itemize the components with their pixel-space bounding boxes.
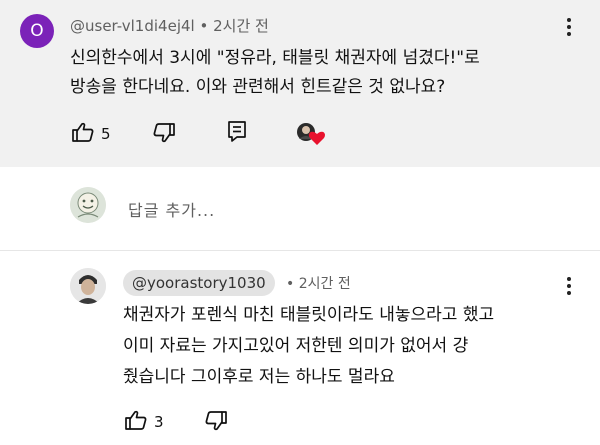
like-button[interactable]: 5 xyxy=(72,122,111,146)
commenter-avatar[interactable]: O xyxy=(20,14,54,48)
more-vert-icon[interactable] xyxy=(566,17,572,41)
divider xyxy=(0,250,600,251)
reply-actions: 3 xyxy=(125,410,164,434)
reply-icon xyxy=(227,121,247,147)
thumbs-up-icon xyxy=(72,122,94,146)
reply-text: 채권자가 포렌식 마친 태블릿이라도 내놓으라고 했고 이미 자료는 가지고있어… xyxy=(123,305,495,387)
comment-author[interactable]: @user-vl1di4ej4l xyxy=(70,17,195,35)
add-reply-input[interactable]: 답글 추가... xyxy=(128,197,215,221)
creator-heart xyxy=(296,121,326,147)
meta-separator: • xyxy=(199,17,209,35)
thumbs-down-icon xyxy=(205,411,227,435)
thumbs-up-icon xyxy=(125,410,147,434)
dislike-button[interactable] xyxy=(205,411,227,435)
reply-author-avatar[interactable] xyxy=(70,268,106,304)
thumbs-down-icon xyxy=(153,123,175,147)
meta-separator: • xyxy=(286,276,295,292)
reply-time: 2시간 전 xyxy=(298,276,351,292)
comment-text: 신의한수에서 3시에 "정유라, 태블릿 채권자에 넘겼다!"로 방송을 한다네… xyxy=(70,48,480,97)
comment-time: 2시간 전 xyxy=(213,17,269,35)
more-vert-icon[interactable] xyxy=(566,276,572,300)
like-count: 5 xyxy=(101,125,111,143)
comment-actions: 5 xyxy=(72,122,111,146)
heart-icon xyxy=(308,131,325,145)
like-button[interactable]: 3 xyxy=(125,410,164,434)
dislike-button[interactable] xyxy=(153,123,175,147)
reply-button[interactable] xyxy=(227,121,247,147)
comment-thread: O @user-vl1di4ej4l • 2시간 전 신의한수에서 3시에 "정… xyxy=(0,0,600,167)
reply-meta: • 2시간 전 xyxy=(286,273,351,293)
reply-author-chip[interactable]: @yoorastory1030 xyxy=(123,270,275,296)
current-user-avatar xyxy=(70,187,106,223)
comment-meta: @user-vl1di4ej4l • 2시간 전 xyxy=(70,15,269,36)
like-count: 3 xyxy=(154,413,164,431)
